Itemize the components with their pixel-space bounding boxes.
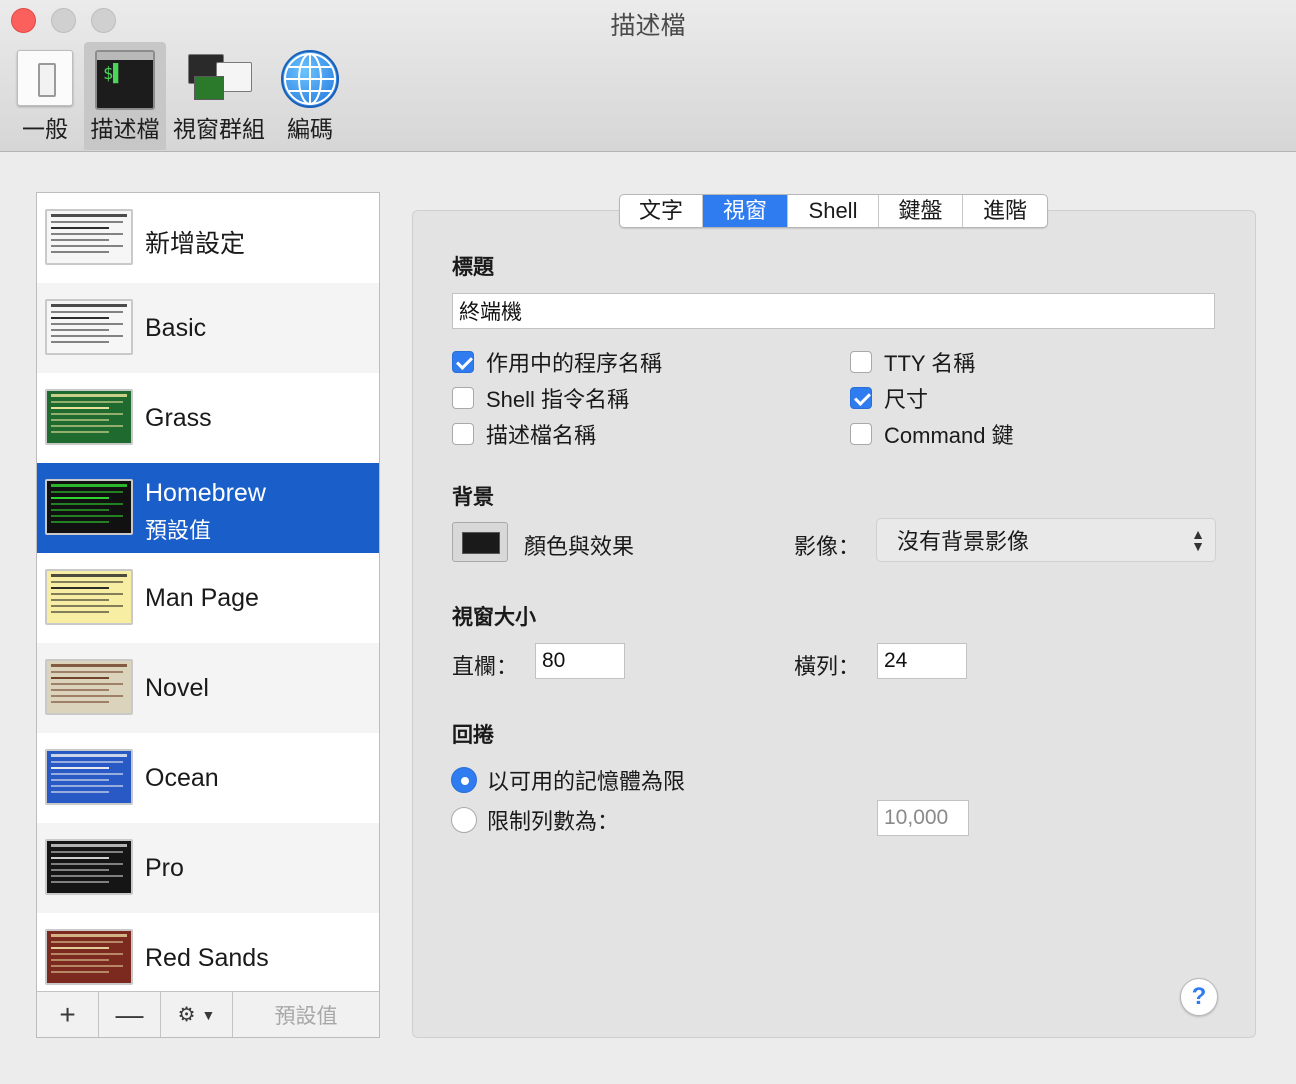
profile-list-panel: 新增設定 Basic Grass Homebrew 預設值 Man Page Novel Oc…: [36, 192, 380, 1038]
profile-name: Homebrew: [145, 479, 266, 507]
profile-row[interactable]: Grass: [37, 373, 379, 463]
color-effects-label: 顏色與效果: [524, 534, 635, 559]
checkbox-profile-name-box[interactable]: [452, 423, 474, 445]
checkbox-dimensions[interactable]: 尺寸: [850, 382, 928, 414]
toolbar-window-groups[interactable]: 視窗群組: [170, 42, 268, 150]
radio-limit-memory-label: 以可用的記憶體為限: [487, 769, 686, 794]
profile-thumbnail: [45, 929, 133, 985]
window-groups-icon: [186, 50, 252, 104]
row-limit-input[interactable]: 10,000: [877, 800, 969, 836]
columns-input[interactable]: 80: [535, 643, 625, 679]
profile-list-toolbar: + — ⚙ ▼ 預設值: [37, 991, 379, 1037]
checkbox-shell-command-box[interactable]: [452, 387, 474, 409]
profile-thumbnail: [45, 389, 133, 445]
image-label: 影像：: [794, 534, 861, 559]
radio-limit-rows-label: 限制列數為：: [487, 809, 620, 834]
checkbox-tty-name-box[interactable]: [850, 351, 872, 373]
profile-row[interactable]: Man Page: [37, 553, 379, 643]
checkbox-tty-name-label: TTY 名稱: [884, 351, 976, 376]
checkbox-dimensions-label: 尺寸: [884, 387, 929, 412]
toolbar-window-groups-label: 視窗群組: [173, 116, 265, 142]
profile-thumbnail: [45, 299, 133, 355]
radio-limit-memory-dot[interactable]: [451, 767, 477, 793]
profile-thumbnail: [45, 569, 133, 625]
toolbar-encodings[interactable]: 編碼: [272, 42, 348, 150]
checkbox-active-process-box[interactable]: [452, 351, 474, 373]
profile-name: Red Sands: [145, 944, 269, 972]
profile-actions-button[interactable]: ⚙ ▼: [161, 992, 233, 1037]
profile-row[interactable]: Homebrew 預設值: [37, 463, 379, 553]
profile-name: 新增設定: [145, 230, 246, 258]
tab-shell[interactable]: Shell: [788, 195, 879, 227]
settings-panel: [412, 210, 1256, 1038]
profile-thumbnail: [45, 659, 133, 715]
columns-label: 直欄：: [452, 654, 519, 679]
window-size-section-heading: 視窗大小: [452, 606, 536, 629]
profile-name: Ocean: [145, 764, 219, 792]
toolbar-general[interactable]: 一般: [8, 42, 82, 150]
background-section-heading: 背景: [452, 486, 494, 509]
profile-name: Novel: [145, 674, 209, 702]
toolbar-profiles[interactable]: $▌ 描述檔: [84, 42, 166, 150]
tab-keyboard[interactable]: 鍵盤: [879, 195, 963, 227]
title-input[interactable]: 終端機: [452, 293, 1215, 329]
globe-icon: [281, 50, 339, 108]
background-color-well[interactable]: [452, 522, 508, 562]
radio-limit-memory[interactable]: 以可用的記憶體為限: [451, 764, 685, 796]
background-image-select[interactable]: 沒有背景影像 ▲ ▼: [876, 518, 1216, 562]
checkbox-command-key[interactable]: Command 鍵: [850, 418, 1014, 450]
checkbox-command-key-label: Command 鍵: [884, 423, 1014, 448]
profile-thumbnail: [45, 479, 133, 535]
profile-name: Grass: [145, 404, 212, 432]
rows-input[interactable]: 24: [877, 643, 967, 679]
profile-thumbnail: [45, 749, 133, 805]
select-arrows-icon: ▲ ▼: [1191, 526, 1205, 554]
settings-tabs: 文字 視窗 Shell 鍵盤 進階: [619, 194, 1048, 228]
gear-icon: ⚙: [177, 1004, 196, 1026]
profile-name: Man Page: [145, 584, 259, 612]
add-profile-button[interactable]: +: [37, 992, 99, 1037]
rows-label: 橫列：: [794, 654, 861, 679]
toolbar-general-label: 一般: [22, 116, 68, 142]
radio-limit-rows-dot[interactable]: [451, 807, 477, 833]
profile-name: Basic: [145, 314, 207, 342]
checkbox-command-key-box[interactable]: [850, 423, 872, 445]
checkbox-shell-command[interactable]: Shell 指令名稱: [452, 382, 629, 414]
title-section-heading: 標題: [452, 256, 494, 279]
help-button[interactable]: ?: [1180, 978, 1218, 1016]
title-bar: 描述檔 一般 $▌ 描述檔 視窗群組 編碼: [0, 0, 1296, 152]
profile-row[interactable]: 新增設定: [37, 193, 379, 283]
chevron-down-icon: ▼: [201, 1006, 216, 1023]
checkbox-active-process[interactable]: 作用中的程序名稱: [452, 346, 662, 378]
profile-row[interactable]: Pro: [37, 823, 379, 913]
checkbox-profile-name[interactable]: 描述檔名稱: [452, 418, 596, 450]
profile-list[interactable]: 新增設定 Basic Grass Homebrew 預設值 Man Page Novel Oc…: [37, 193, 379, 991]
checkbox-tty-name[interactable]: TTY 名稱: [850, 346, 975, 378]
profile-default-badge: 預設值: [145, 518, 212, 543]
profile-row[interactable]: Novel: [37, 643, 379, 733]
set-default-button[interactable]: 預設值: [233, 992, 379, 1037]
checkbox-shell-command-label: Shell 指令名稱: [486, 387, 630, 412]
tab-window[interactable]: 視窗: [703, 195, 788, 227]
checkbox-dimensions-box[interactable]: [850, 387, 872, 409]
radio-limit-rows[interactable]: 限制列數為：: [451, 804, 619, 836]
remove-profile-button[interactable]: —: [99, 992, 161, 1037]
checkbox-profile-name-label: 描述檔名稱: [486, 423, 597, 448]
profile-thumbnail: [45, 209, 133, 265]
tab-text[interactable]: 文字: [620, 195, 703, 227]
toolbar-profiles-label: 描述檔: [90, 116, 160, 142]
terminal-icon: $▌: [95, 50, 155, 110]
tab-advanced[interactable]: 進階: [963, 195, 1047, 227]
background-image-value: 沒有背景影像: [897, 529, 1030, 554]
profile-thumbnail: [45, 839, 133, 895]
toolbar-encodings-label: 編碼: [287, 116, 333, 142]
profile-row[interactable]: Ocean: [37, 733, 379, 823]
profile-row[interactable]: Red Sands: [37, 913, 379, 991]
checkbox-active-process-label: 作用中的程序名稱: [486, 351, 663, 376]
profile-name: Pro: [145, 854, 184, 882]
switch-icon: [17, 50, 73, 106]
profile-row[interactable]: Basic: [37, 283, 379, 373]
scrollback-section-heading: 回捲: [452, 724, 494, 747]
window-title: 描述檔: [610, 12, 686, 40]
